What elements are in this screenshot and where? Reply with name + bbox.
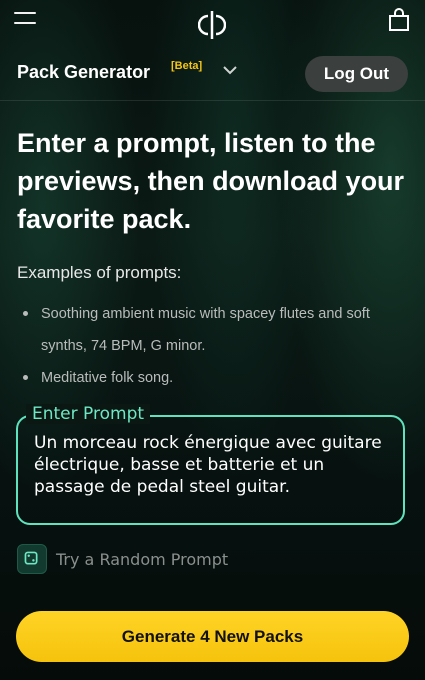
headline: Enter a prompt, listen to the previews, …	[17, 128, 405, 234]
shopping-bag-icon[interactable]	[388, 8, 410, 32]
page-title: Pack Generator	[17, 62, 151, 82]
chevron-down-icon[interactable]	[222, 64, 238, 76]
hamburger-menu-icon[interactable]	[14, 12, 36, 28]
brand-logo-icon[interactable]	[198, 10, 226, 40]
prompt-text[interactable]: Un morceau rock énergique avec guitare é…	[34, 432, 394, 498]
logout-button[interactable]: Log Out	[305, 56, 408, 92]
examples-heading: Examples of prompts:	[17, 263, 182, 282]
prompt-label: Enter Prompt	[26, 404, 151, 424]
example-prompt[interactable]: Meditative folk song.	[17, 362, 402, 394]
beta-badge: [Beta]	[171, 60, 203, 72]
examples-list: Soothing ambient music with spacey flute…	[17, 298, 402, 394]
random-prompt-button[interactable]	[17, 544, 47, 574]
top-bar	[0, 0, 425, 45]
example-prompt[interactable]: Soothing ambient music with spacey flute…	[17, 298, 402, 362]
dice-icon	[24, 551, 38, 565]
random-prompt-label[interactable]: Try a Random Prompt	[56, 550, 228, 569]
sub-header: Pack Generator [Beta] Log Out	[0, 52, 425, 101]
generate-packs-button[interactable]: Generate 4 New Packs	[16, 611, 409, 662]
